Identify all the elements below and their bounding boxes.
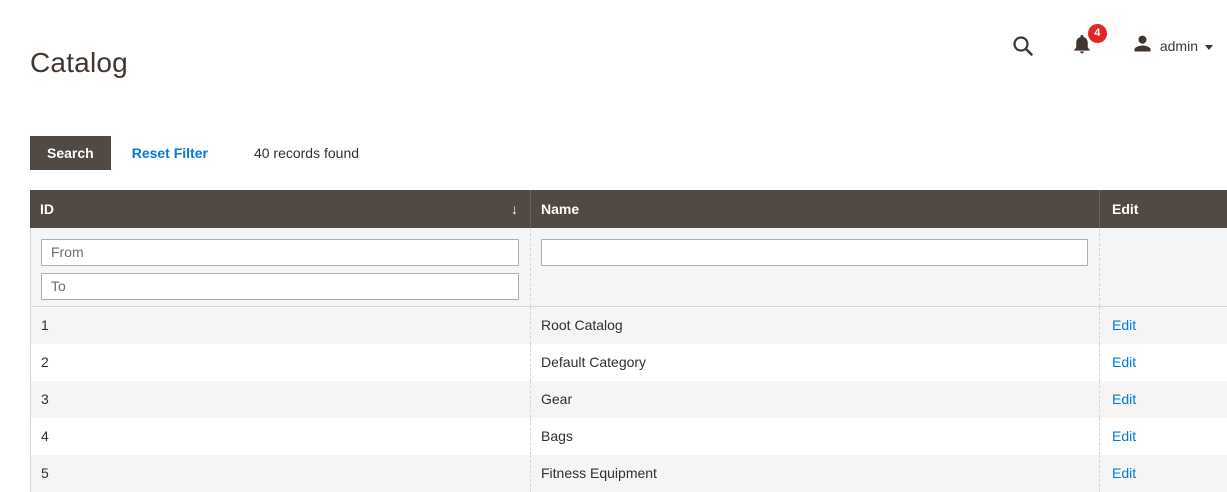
table-row[interactable]: 4 Bags Edit — [31, 418, 1227, 455]
admin-username: admin — [1160, 38, 1198, 54]
page-header: Catalog 4 — [0, 0, 1227, 99]
column-header-id-label: ID — [40, 201, 54, 217]
column-header-edit-label: Edit — [1112, 201, 1138, 217]
cell-id: 4 — [31, 418, 531, 455]
edit-link[interactable]: Edit — [1112, 428, 1136, 444]
cell-id: 2 — [31, 344, 531, 381]
cell-name: Bags — [531, 418, 1100, 455]
header-actions: 4 admin — [1011, 32, 1213, 60]
id-filter-cell — [31, 228, 531, 306]
catalog-page: Catalog 4 — [0, 0, 1227, 492]
grid-body: 1 Root Catalog Edit 2 Default Category E… — [30, 228, 1227, 492]
column-header-name-label: Name — [541, 201, 579, 217]
id-to-filter-input[interactable] — [41, 273, 519, 300]
cell-name: Gear — [531, 381, 1100, 418]
reset-filter-link[interactable]: Reset Filter — [132, 145, 208, 161]
id-from-filter-input[interactable] — [41, 239, 519, 266]
global-search-button[interactable] — [1011, 34, 1035, 58]
search-icon — [1011, 34, 1035, 58]
search-button[interactable]: Search — [30, 136, 111, 170]
table-row[interactable]: 1 Root Catalog Edit — [31, 307, 1227, 344]
cell-name: Root Catalog — [531, 307, 1100, 344]
column-header-edit: Edit — [1100, 190, 1227, 228]
table-row[interactable]: 2 Default Category Edit — [31, 344, 1227, 381]
user-icon — [1131, 32, 1154, 60]
grid-toolbar: Search Reset Filter 40 records found — [30, 136, 1227, 170]
name-filter-cell — [531, 228, 1100, 306]
grid-filter-row — [31, 228, 1227, 307]
table-row[interactable]: 5 Fitness Equipment Edit — [31, 455, 1227, 492]
cell-id: 5 — [31, 455, 531, 492]
page-title: Catalog — [30, 45, 128, 80]
edit-link[interactable]: Edit — [1112, 354, 1136, 370]
chevron-down-icon — [1205, 45, 1213, 50]
cell-id: 1 — [31, 307, 531, 344]
edit-filter-cell — [1100, 228, 1227, 306]
notifications-button[interactable]: 4 — [1071, 33, 1093, 60]
name-filter-input[interactable] — [541, 239, 1088, 266]
cell-id: 3 — [31, 381, 531, 418]
cell-name: Fitness Equipment — [531, 455, 1100, 492]
notification-count-badge[interactable]: 4 — [1088, 24, 1107, 43]
edit-link[interactable]: Edit — [1112, 391, 1136, 407]
cell-name: Default Category — [531, 344, 1100, 381]
table-row[interactable]: 3 Gear Edit — [31, 381, 1227, 418]
edit-link[interactable]: Edit — [1112, 317, 1136, 333]
admin-user-menu[interactable]: admin — [1131, 32, 1213, 60]
records-found-text: 40 records found — [254, 145, 359, 161]
categories-grid: ID ↓ Name Edit 1 — [30, 190, 1227, 492]
grid-header-row: ID ↓ Name Edit — [30, 190, 1227, 228]
edit-link[interactable]: Edit — [1112, 465, 1136, 481]
column-header-id[interactable]: ID ↓ — [30, 190, 531, 228]
column-header-name[interactable]: Name — [531, 190, 1100, 228]
sort-descending-icon: ↓ — [511, 201, 518, 217]
